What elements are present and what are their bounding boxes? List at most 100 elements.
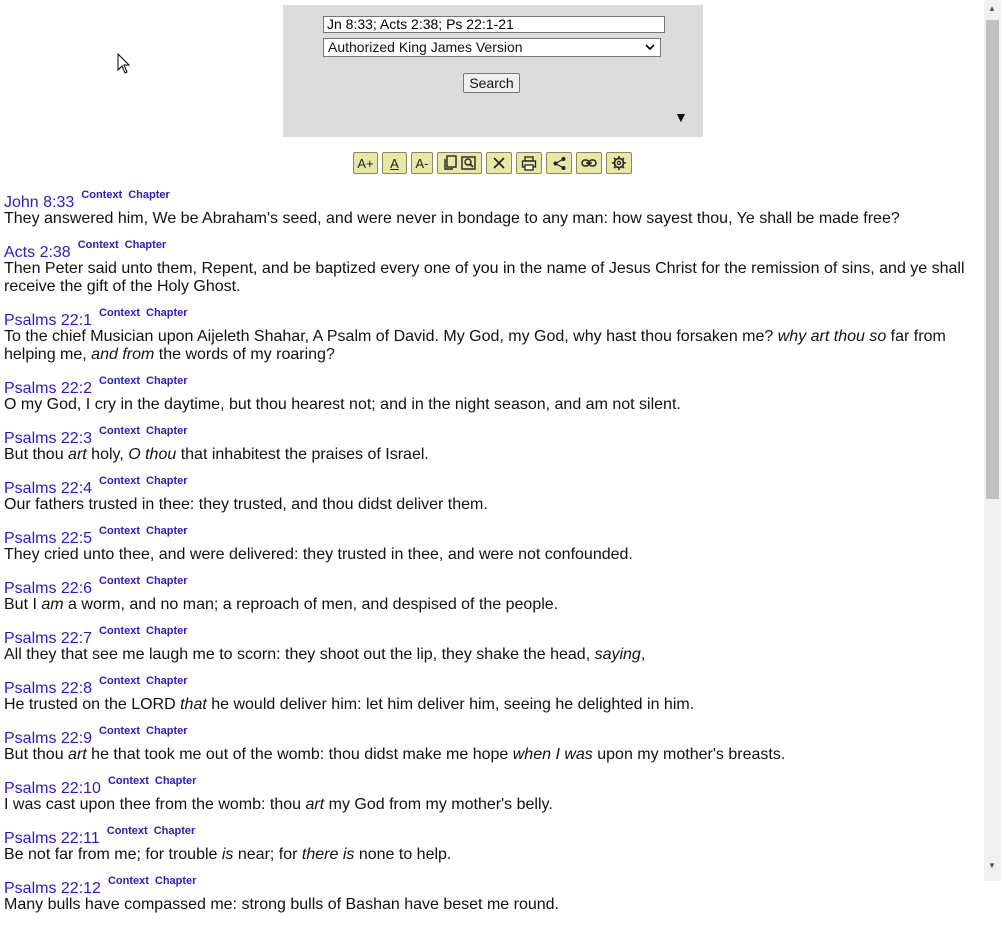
- context-link[interactable]: Context: [99, 425, 140, 437]
- verse-reference-link[interactable]: Psalms 22:11: [4, 830, 100, 848]
- chapter-link[interactable]: Chapter: [155, 775, 197, 787]
- verse-item: Psalms 22:9 Context Chapter But thou art he…: [4, 725, 980, 764]
- verse-text: Our fathers trusted in thee: they truste…: [4, 496, 980, 514]
- search-panel: Authorized King James Version Search ▼: [283, 5, 703, 137]
- expand-options-icon[interactable]: ▼: [674, 109, 688, 125]
- verse-text-italic: am: [41, 596, 64, 613]
- verse-reference-link[interactable]: Psalms 22:2: [4, 380, 92, 398]
- verse-text-segment: the words of my roaring?: [154, 346, 335, 363]
- verse-item: John 8:33 Context Chapter They answered him…: [4, 189, 980, 228]
- verse-item: Psalms 22:2 Context Chapter O my God, I cry…: [4, 375, 980, 414]
- chapter-link[interactable]: Chapter: [154, 825, 196, 837]
- verse-item: Psalms 22:5 Context Chapter They cried unto…: [4, 525, 980, 564]
- verse-text-segment: near; for: [233, 846, 302, 863]
- chapter-link[interactable]: Chapter: [125, 239, 167, 251]
- verse-text-segment: But I: [4, 596, 42, 613]
- verse-text-italic: is: [221, 846, 234, 863]
- verse-reference-link[interactable]: Psalms 22:6: [4, 580, 92, 598]
- font-reset-button[interactable]: A: [382, 152, 407, 174]
- scrollbar[interactable]: ▲ ▼: [984, 0, 1001, 881]
- context-link[interactable]: Context: [99, 307, 140, 319]
- chapter-link[interactable]: Chapter: [146, 425, 188, 437]
- verse-text-italic: saying: [594, 646, 641, 663]
- verse-text-segment: Then Peter said unto them, Repent, and b…: [4, 260, 965, 295]
- context-link[interactable]: Context: [81, 189, 122, 201]
- share-icon: [552, 156, 567, 171]
- verse-reference-link[interactable]: Psalms 22:4: [4, 480, 92, 498]
- verse-text-segment: he that took me out of the womb: thou di…: [86, 746, 513, 763]
- verse-text-segment: a worm, and no man; a reproach of men, a…: [63, 596, 559, 613]
- mouse-cursor-icon: [117, 52, 131, 80]
- verse-text: He trusted on the LORD that he would del…: [4, 696, 980, 714]
- copy-button[interactable]: [437, 152, 482, 174]
- scroll-up-icon[interactable]: ▲: [988, 4, 996, 13]
- verse-reference-link[interactable]: Psalms 22:9: [4, 730, 92, 748]
- chapter-link[interactable]: Chapter: [146, 725, 188, 737]
- context-link[interactable]: Context: [99, 475, 140, 487]
- verse-header: Psalms 22:9 Context Chapter: [4, 725, 980, 748]
- verse-text: But thou art he that took me out of the …: [4, 746, 980, 764]
- context-link[interactable]: Context: [99, 725, 140, 737]
- verse-header: Psalms 22:4 Context Chapter: [4, 475, 980, 498]
- version-select[interactable]: Authorized King James Version: [323, 38, 661, 57]
- scroll-down-icon[interactable]: ▼: [988, 861, 996, 870]
- verse-item: Psalms 22:10 Context Chapter I was cast upo…: [4, 775, 980, 814]
- chapter-link[interactable]: Chapter: [146, 575, 188, 587]
- font-increase-button[interactable]: A+: [353, 152, 378, 174]
- verse-text-italic: art: [68, 446, 87, 463]
- chapter-link[interactable]: Chapter: [146, 307, 188, 319]
- verse-text: I was cast upon thee from the womb: thou…: [4, 796, 980, 814]
- verse-text: All they that see me laugh me to scorn: …: [4, 646, 980, 664]
- clear-button[interactable]: [486, 152, 512, 174]
- verse-item: Psalms 22:8 Context Chapter He trusted on t…: [4, 675, 980, 714]
- verse-reference-link[interactable]: Psalms 22:10: [4, 780, 101, 798]
- share-button[interactable]: [546, 152, 572, 174]
- verse-reference-link[interactable]: Psalms 22:5: [4, 530, 92, 548]
- context-link[interactable]: Context: [78, 239, 119, 251]
- copy-icon: [442, 155, 460, 171]
- verse-reference-link[interactable]: Psalms 22:7: [4, 630, 92, 648]
- context-link[interactable]: Context: [108, 775, 149, 787]
- scrollbar-thumb[interactable]: [986, 20, 999, 499]
- chapter-link[interactable]: Chapter: [146, 675, 188, 687]
- context-link[interactable]: Context: [99, 525, 140, 537]
- font-increase-label: A+: [357, 155, 374, 171]
- search-input[interactable]: [323, 16, 665, 33]
- link-button[interactable]: [576, 152, 602, 174]
- context-link[interactable]: Context: [99, 575, 140, 587]
- font-decrease-label: A-: [415, 155, 429, 171]
- verse-text-segment: All they that see me laugh me to scorn: …: [4, 646, 595, 663]
- verse-reference-link[interactable]: John 8:33: [4, 194, 74, 212]
- print-icon: [521, 155, 537, 171]
- chapter-link[interactable]: Chapter: [146, 375, 188, 387]
- context-link[interactable]: Context: [108, 875, 149, 887]
- settings-button[interactable]: [606, 152, 632, 174]
- verse-text-italic: art: [305, 796, 325, 813]
- chapter-link[interactable]: Chapter: [128, 189, 170, 201]
- chapter-link[interactable]: Chapter: [155, 875, 197, 887]
- verse-text-segment: holy,: [86, 446, 129, 463]
- verse-header: Psalms 22:5 Context Chapter: [4, 525, 980, 548]
- context-link[interactable]: Context: [107, 825, 148, 837]
- context-link[interactable]: Context: [99, 625, 140, 637]
- print-button[interactable]: [516, 152, 542, 174]
- verse-text: Then Peter said unto them, Repent, and b…: [4, 260, 980, 296]
- chapter-link[interactable]: Chapter: [146, 475, 188, 487]
- verse-reference-link[interactable]: Psalms 22:3: [4, 430, 92, 448]
- verse-reference-link[interactable]: Psalms 22:1: [4, 312, 92, 330]
- verse-header: Psalms 22:6 Context Chapter: [4, 575, 980, 598]
- verse-item: Acts 2:38 Context Chapter Then Peter said u…: [4, 239, 980, 296]
- verse-item: Psalms 22:3 Context Chapter But thou art ho…: [4, 425, 980, 464]
- context-link[interactable]: Context: [99, 675, 140, 687]
- link-icon: [581, 157, 597, 169]
- preview-icon: [460, 155, 478, 171]
- font-decrease-button[interactable]: A-: [411, 152, 433, 174]
- search-button[interactable]: Search: [463, 73, 520, 93]
- verse-item: Psalms 22:1 Context Chapter To the chief Mu…: [4, 307, 980, 364]
- verse-reference-link[interactable]: Psalms 22:8: [4, 680, 92, 698]
- verse-reference-link[interactable]: Psalms 22:12: [4, 880, 101, 898]
- chapter-link[interactable]: Chapter: [146, 525, 188, 537]
- verse-reference-link[interactable]: Acts 2:38: [4, 244, 71, 262]
- context-link[interactable]: Context: [99, 375, 140, 387]
- chapter-link[interactable]: Chapter: [146, 625, 188, 637]
